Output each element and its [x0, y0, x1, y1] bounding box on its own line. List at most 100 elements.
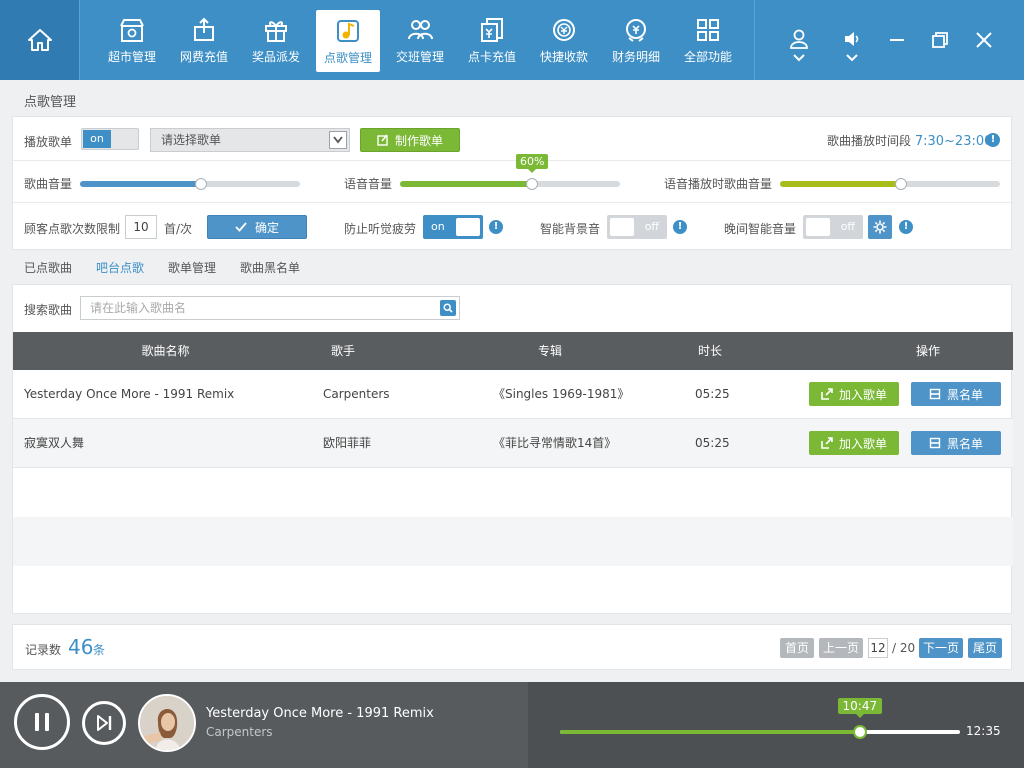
nav-label: 交班管理 [395, 49, 444, 64]
playlist-select[interactable]: 请选择歌单 [150, 128, 350, 152]
all-functions-icon [694, 16, 722, 44]
voice-song-volume-label: 语音播放时歌曲音量 [664, 177, 773, 191]
nav-item-handover[interactable]: 交班管理 [384, 0, 456, 80]
add-to-playlist-button[interactable]: 加入歌单 [809, 382, 899, 406]
song-volume-label: 歌曲音量 [24, 177, 73, 191]
gift-icon [262, 16, 290, 44]
chevron-down-icon [329, 131, 347, 149]
artist-cell: 欧阳菲菲 [323, 436, 372, 450]
blacklist-label: 黑名单 [946, 436, 983, 451]
pause-icon [35, 713, 49, 731]
nav-item-prizes[interactable]: 奖品派发 [240, 0, 312, 80]
records-label: 记录数 [25, 643, 62, 657]
restore-icon [932, 32, 948, 48]
empty-row [13, 566, 1013, 615]
speaker-icon [845, 32, 859, 46]
help-icon[interactable]: ! [986, 133, 1000, 147]
help-icon[interactable]: ! [489, 220, 503, 234]
night-volume-settings-button[interactable] [868, 215, 892, 239]
progress-knob[interactable] [853, 725, 867, 739]
duration-cell: 05:25 [695, 436, 730, 450]
nav-item-song-management[interactable]: 点歌管理 [316, 10, 380, 80]
album-cell: 《菲比寻常情歌14首》 [493, 436, 617, 450]
search-input[interactable] [81, 297, 421, 319]
prev-page-button[interactable]: 上一页 [819, 638, 863, 658]
handover-icon [406, 16, 434, 44]
play-time-label: 歌曲播放时间段 7:30~23:00 [827, 132, 992, 149]
tab-playlist-management[interactable]: 歌单管理 [156, 256, 228, 280]
empty-row [13, 517, 1013, 566]
nav-item-card-recharge[interactable]: 点卡充值 [456, 0, 528, 80]
anti-fatigue-toggle[interactable]: on [423, 215, 483, 239]
add-to-playlist-button[interactable]: 加入歌单 [809, 431, 899, 455]
blacklist-button[interactable]: 黑名单 [911, 431, 1001, 455]
blacklist-button[interactable]: 黑名单 [911, 382, 1001, 406]
chevron-down-icon [846, 54, 858, 62]
nav-item-finance[interactable]: 财务明细 [600, 0, 672, 80]
slider-knob[interactable] [195, 178, 207, 190]
close-button[interactable] [970, 26, 998, 54]
nav-label: 奖品派发 [251, 49, 300, 64]
progress-area [528, 682, 1024, 768]
play-list-toggle[interactable]: on [81, 128, 139, 150]
confirm-button[interactable]: 确定 [207, 215, 307, 239]
current-page-input[interactable]: 12 [868, 638, 888, 658]
recharge-icon [190, 16, 218, 44]
song-volume-slider[interactable] [80, 178, 300, 190]
play-time-value[interactable]: 7:30~23:00 [915, 134, 993, 149]
help-icon[interactable]: ! [673, 220, 687, 234]
restore-button[interactable] [926, 26, 954, 54]
night-volume-toggle[interactable]: off [803, 215, 863, 239]
next-track-button[interactable] [82, 701, 126, 745]
total-pages: / 20 [892, 641, 916, 655]
limit-input[interactable]: 10 [125, 215, 157, 239]
search-icon [443, 303, 453, 313]
column-header-album: 专辑 [537, 344, 562, 358]
user-menu-button[interactable] [785, 24, 813, 68]
limit-unit: 首/次 [164, 222, 193, 236]
last-page-button[interactable]: 尾页 [968, 638, 1002, 658]
check-icon [235, 222, 247, 232]
search-button[interactable] [440, 300, 456, 316]
voice-song-volume-slider[interactable] [780, 178, 1000, 190]
nav-label: 超市管理 [107, 49, 156, 64]
first-page-button[interactable]: 首页 [780, 638, 814, 658]
make-playlist-button[interactable]: 制作歌单 [360, 128, 460, 152]
voice-volume-slider[interactable]: 60% [400, 154, 620, 190]
help-icon[interactable]: ! [899, 220, 913, 234]
play-list-label: 播放歌单 [24, 135, 73, 149]
limits-row: 顾客点歌次数限制 10 首/次 确定 防止听觉疲劳 on ! 智能背景音 off… [13, 203, 1013, 251]
pause-button[interactable] [14, 694, 70, 750]
minimize-button[interactable] [883, 26, 911, 54]
table-row: Yesterday Once More - 1991 Remix Carpent… [13, 370, 1013, 419]
window-controls [754, 0, 1024, 80]
nav-label: 全部功能 [683, 49, 732, 64]
tab-song-blacklist[interactable]: 歌曲黑名单 [228, 256, 312, 280]
slider-knob[interactable] [526, 178, 538, 190]
column-header-artist: 歌手 [330, 344, 355, 358]
nav-label: 点歌管理 [323, 50, 372, 65]
tab-ordered-songs[interactable]: 已点歌曲 [12, 256, 84, 280]
add-to-playlist-label: 加入歌单 [838, 436, 887, 451]
nav-item-quick-pay[interactable]: 快捷收款 [528, 0, 600, 80]
close-icon [976, 32, 992, 48]
music-player-bar: Yesterday Once More - 1991 Remix Carpent… [0, 682, 1024, 768]
nav-item-recharge[interactable]: 网费充值 [168, 0, 240, 80]
playback-progress-bar[interactable] [560, 725, 960, 739]
home-button[interactable] [0, 0, 80, 80]
limit-label: 顾客点歌次数限制 [24, 222, 121, 236]
volume-menu-button[interactable] [838, 24, 866, 68]
playlist-select-value: 请选择歌单 [161, 133, 222, 147]
chevron-down-icon [793, 54, 805, 62]
progress-fill [560, 730, 860, 734]
song-list-panel: 搜索歌曲 歌曲名称 歌手 专辑 时长 操作 Yesterday Once Mor… [12, 284, 1013, 615]
slider-fill [400, 181, 532, 187]
nav-item-store[interactable]: 超市管理 [96, 0, 168, 80]
next-page-button[interactable]: 下一页 [919, 638, 963, 658]
add-to-list-icon [821, 437, 833, 449]
slider-knob[interactable] [895, 178, 907, 190]
nav-item-all-functions[interactable]: 全部功能 [672, 0, 744, 80]
tab-bar-song-request[interactable]: 吧台点歌 [84, 256, 156, 280]
toggle-knob [806, 218, 830, 236]
smart-bg-toggle[interactable]: off [607, 215, 667, 239]
